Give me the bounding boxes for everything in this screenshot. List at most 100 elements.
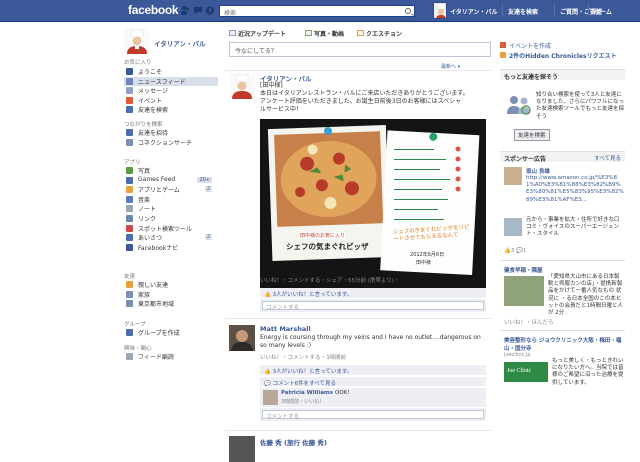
friend-requests-icon[interactable] xyxy=(180,5,190,16)
sidebar-item[interactable]: 写真 xyxy=(124,166,218,175)
profile-name-link[interactable]: イタリアン・バル xyxy=(154,38,205,48)
see-all-ads-link[interactable]: すべて見る xyxy=(594,154,621,162)
post-actions[interactable]: いいね！・コメントする・シェア・55分前 (携帯より)・ xyxy=(260,276,399,284)
facebook-logo[interactable]: facebook xyxy=(128,3,179,17)
tab-status-update[interactable]: 近況アップデート xyxy=(238,29,286,38)
requests-link[interactable]: 2件のHidden Chroniclesリクエスト xyxy=(509,51,617,60)
photo-caption: シェフの気まぐれピッザ xyxy=(286,242,369,251)
divider xyxy=(500,260,625,261)
ad-title[interactable]: 坂山 良雄 xyxy=(526,167,550,175)
news-feed-icon xyxy=(126,77,133,85)
photo-video-icon xyxy=(305,30,312,36)
post-author-avatar[interactable] xyxy=(229,436,255,462)
sidebar-item[interactable]: ノート xyxy=(124,204,218,213)
post-author-name[interactable]: Matt Marshall xyxy=(260,325,311,333)
ad-image[interactable] xyxy=(504,167,522,185)
commenter-name[interactable]: Patricia Williams xyxy=(281,390,333,396)
sidebar-item-label: 写真 xyxy=(138,168,151,175)
sidebar-item[interactable]: アプリとゲーム 2 xyxy=(124,185,218,194)
sidebar-item-label: 親しい友達 xyxy=(138,282,169,289)
search-icon[interactable] xyxy=(405,8,411,14)
ad-title[interactable]: 美容整形なら ジョウクリニック大阪・梅田・福山・国分寺 xyxy=(504,336,624,352)
sort-dropdown[interactable]: 最新へ ▾ xyxy=(441,63,460,70)
find-friends-header: もっと友達を探そう xyxy=(500,69,625,81)
comment-input[interactable]: コメントする xyxy=(262,410,484,420)
status-update-icon xyxy=(229,30,236,36)
sidebar-item[interactable]: 音楽 xyxy=(124,195,218,204)
find-friends-title: もっと友達を探そう xyxy=(504,74,559,81)
home-link[interactable]: ホーム xyxy=(594,7,612,16)
sidebar-item-label: アプリとゲーム xyxy=(138,187,180,195)
status-input[interactable]: 今なにしてる？ xyxy=(229,42,491,57)
event-icon xyxy=(500,42,506,48)
sidebar-item[interactable]: ニュースフィード xyxy=(124,76,218,86)
sidebar-item[interactable]: ようこそ xyxy=(124,67,218,76)
sidebar-item[interactable]: あいさつ 2 xyxy=(124,233,218,242)
comment-meta[interactable]: 3時間前・いいね！ xyxy=(281,398,324,405)
profile-picture[interactable] xyxy=(124,28,150,54)
find-friends-link[interactable]: 友達を検索 xyxy=(508,7,538,16)
sidebar-item[interactable]: 親しい友達 xyxy=(124,280,218,289)
ad-actions[interactable]: いいね！・ほんだら xyxy=(504,318,554,326)
sidebar-item[interactable]: イベント xyxy=(124,96,218,105)
sidebar-item-label: 東京都市地域 xyxy=(138,301,175,309)
comment-input[interactable]: コメントする xyxy=(262,301,484,311)
comment-box: コメントする xyxy=(260,408,486,421)
events-icon xyxy=(126,96,133,104)
ad-logo[interactable]: Joe Clinic xyxy=(504,362,548,382)
links-icon xyxy=(126,215,133,222)
post-photo[interactable]: 田中様のお気に入り シェフの気まぐれピッザ シェフのきまぐれピッザをリピートさせ… xyxy=(260,119,486,293)
sidebar-item[interactable]: グループを作成 xyxy=(124,328,218,337)
post-text-line: 本日はイタリアンレストラン・バルにご来店いただきありがとうございます。 xyxy=(260,90,469,97)
search-input[interactable]: 検索 xyxy=(219,5,415,17)
likes-summary[interactable]: 👍 3人がいいね！と言っています。 xyxy=(260,365,486,375)
question-icon xyxy=(357,30,364,36)
sidebar-item[interactable]: 友達を検索 xyxy=(124,105,218,114)
section-apps: アプリ xyxy=(124,160,141,166)
tab-photo-video[interactable]: 写真・動画 xyxy=(314,29,344,38)
divider xyxy=(225,70,493,71)
count-badge: 20+ xyxy=(197,176,212,183)
ad-image[interactable] xyxy=(504,276,544,306)
poke-icon xyxy=(126,234,133,242)
post-author-avatar[interactable] xyxy=(229,325,255,351)
search-placeholder: 検索 xyxy=(224,10,237,17)
comment-item: Patricia Williams OOK! 3時間前・いいね！ xyxy=(260,387,486,407)
place-icon xyxy=(126,224,133,232)
find-friends-button[interactable]: 友達を検索 xyxy=(514,129,550,141)
sidebar-item[interactable]: 友達を招待 xyxy=(124,128,218,137)
user-name-link[interactable]: イタリアン・バル xyxy=(450,7,498,16)
sidebar-item[interactable]: 家族 xyxy=(124,290,218,299)
sidebar-item-label: あいさつ xyxy=(138,235,163,243)
ad-url[interactable]: http://www.amazon.co.jp/%E3%81%A0%E3%81%… xyxy=(526,175,624,204)
post-actions[interactable]: いいね！・コメントする・3時間前 xyxy=(260,353,346,361)
ad-url[interactable]: joeclinic.jp xyxy=(504,352,531,358)
sidebar-item[interactable]: Games Feed 20+ xyxy=(124,176,218,185)
create-event-link[interactable]: イベントを作成 xyxy=(509,41,551,50)
ad-image[interactable] xyxy=(504,218,522,236)
likes-summary[interactable]: 👍 3人がいいね！と言っています。 xyxy=(260,288,486,298)
post-author-avatar[interactable] xyxy=(229,73,255,99)
sidebar-item[interactable]: メッセージ xyxy=(124,86,218,95)
post-text-line: アンケート評価をいただきました。お誕生日前後3日のお客様にはスペシャ xyxy=(260,98,462,105)
notifications-icon[interactable] xyxy=(205,5,215,16)
messages-icon[interactable] xyxy=(193,5,203,16)
tab-question[interactable]: クエスチョン xyxy=(366,29,402,38)
section-lists: 興味・関心 xyxy=(124,346,152,352)
sidebar-item[interactable]: 東京都市地域 xyxy=(124,299,218,308)
sidebar-item[interactable]: Facebookナビ xyxy=(124,243,218,252)
sidebar-item[interactable]: スポット検索ツール xyxy=(124,224,218,233)
sidebar-item[interactable]: コネクションサーチ xyxy=(124,138,218,147)
count-badge: 2 xyxy=(204,186,212,193)
view-all-comments[interactable]: 💬 コメント6件をすべて見る xyxy=(260,376,486,387)
sidebar-item[interactable]: リンク xyxy=(124,214,218,223)
likes-count: 3人がいいね！と言っています。 xyxy=(272,292,353,298)
user-avatar[interactable] xyxy=(433,2,447,19)
ad-title[interactable]: 健食早稲・隅屋 xyxy=(504,266,543,274)
commenter-avatar[interactable] xyxy=(263,390,278,405)
comment-text: OOK! xyxy=(335,390,350,396)
sidebar-item-label: 音楽 xyxy=(138,196,151,204)
apps-icon xyxy=(126,186,133,194)
sidebar-item[interactable]: フィード編読 xyxy=(124,352,218,361)
top-navigation-bar: facebook 検索 イタリアン・バル 友達を検索 ご質問・ご要望 ホーム xyxy=(0,0,640,22)
